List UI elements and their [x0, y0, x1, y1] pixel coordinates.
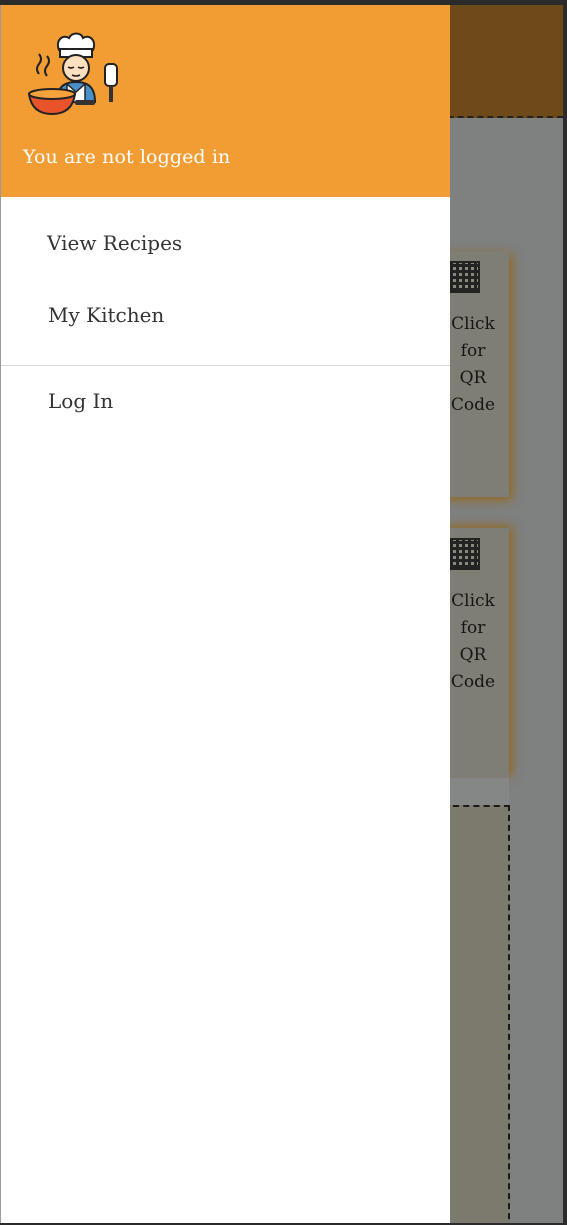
menu-item-view-recipes[interactable]: View Recipes	[47, 231, 182, 255]
menu-item-log-in[interactable]: Log In	[48, 389, 113, 413]
navigation-drawer: You are not logged in View Recipes My Ki…	[0, 5, 450, 1223]
chef-cooking-icon	[27, 32, 118, 116]
menu-divider	[1, 365, 450, 366]
menu-item-my-kitchen[interactable]: My Kitchen	[48, 303, 164, 327]
app-screen: Click for QR Code Click for QR Code You …	[0, 5, 563, 1223]
qr-code-icon	[448, 261, 480, 293]
qr-code-icon	[448, 538, 480, 570]
drawer-header: You are not logged in	[1, 5, 450, 197]
login-status-text: You are not logged in	[23, 146, 231, 168]
